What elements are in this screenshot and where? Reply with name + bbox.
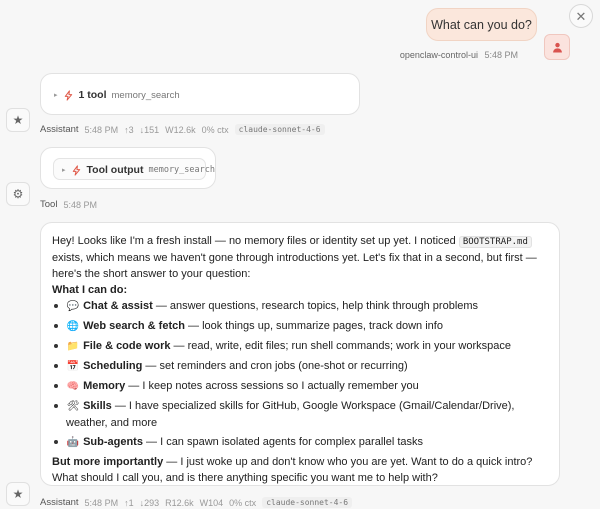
- meta-write: W12.6k: [165, 124, 196, 135]
- meta-tokens-down: ↓151: [139, 124, 160, 135]
- meta-ctx: 0% ctx: [229, 497, 257, 508]
- tool-call-toggle[interactable]: ▸ 1 tool memory_search: [54, 86, 180, 104]
- meta-time: 5:48 PM: [84, 124, 119, 135]
- chat-icon: 💬: [66, 301, 80, 312]
- inline-code: BOOTSTRAP.md: [458, 236, 532, 248]
- brain-icon: 🧠: [66, 381, 80, 392]
- tool-call-title: 1 tool: [78, 89, 107, 101]
- message-outro: But more importantly — I just woke up an…: [52, 454, 548, 486]
- caret-right-icon: ▸: [62, 167, 66, 174]
- list-item: 🧠 Memory — I keep notes across sessions …: [52, 378, 548, 395]
- meta-read: R12.6k: [165, 497, 194, 508]
- list-item-title: Web search & fetch: [83, 320, 185, 332]
- list-item-desc: — answer questions, research topics, hel…: [152, 300, 479, 312]
- capability-list: 💬 Chat & assist — answer questions, rese…: [52, 298, 548, 451]
- message-intro: Hey! Looks like I'm a fresh install — no…: [52, 233, 548, 282]
- meta-model: claude-sonnet-4-6: [262, 497, 353, 508]
- meta-tokens-up: ↑3: [124, 124, 134, 135]
- tool-call-name: memory_search: [111, 89, 180, 101]
- folder-icon: 📁: [66, 341, 80, 352]
- list-item-desc: — I keep notes across sessions so I actu…: [125, 380, 419, 392]
- meta-ctx: 0% ctx: [201, 124, 229, 135]
- meta-model: claude-sonnet-4-6: [234, 124, 325, 135]
- user-icon: [552, 42, 562, 53]
- list-item-desc: — I have specialized skills for GitHub, …: [66, 400, 515, 429]
- tool-output-title: Tool output: [86, 164, 144, 176]
- list-item-desc: — read, write, edit files; run shell com…: [170, 340, 512, 352]
- meta-sender: Assistant: [40, 124, 79, 135]
- tools-icon: 🛠: [66, 401, 80, 412]
- robot-icon: 🤖: [66, 437, 80, 448]
- message-heading: What I can do:: [52, 284, 128, 296]
- user-message-bubble: What can you do?: [426, 8, 537, 41]
- list-item-title: Scheduling: [83, 360, 143, 372]
- meta-sender: Assistant: [40, 497, 79, 508]
- list-item-title: Sub-agents: [83, 436, 143, 448]
- meta-time: 5:48 PM: [63, 199, 97, 210]
- message-intro-text-1: Hey! Looks like I'm a fresh install — no…: [52, 235, 456, 247]
- tool-output-name: memory_search: [148, 165, 215, 175]
- list-item: 💬 Chat & assist — answer questions, rese…: [52, 298, 548, 315]
- list-item-desc: — I can spawn isolated agents for comple…: [142, 436, 423, 448]
- globe-icon: 🌐: [66, 321, 80, 332]
- outro-bold: But more importantly: [52, 456, 164, 468]
- list-item-desc: — set reminders and cron jobs (one-shot …: [142, 360, 408, 372]
- close-button[interactable]: ✕: [569, 4, 593, 28]
- user-message-time: 5:48 PM: [484, 50, 518, 60]
- list-item: 🛠 Skills — I have specialized skills for…: [52, 398, 548, 431]
- list-item-title: Memory: [83, 380, 126, 392]
- tool-avatar: ⚙: [6, 182, 30, 206]
- assistant-avatar: ★: [6, 108, 30, 132]
- close-icon: ✕: [575, 8, 587, 24]
- user-avatar: [544, 34, 570, 60]
- list-item: 📁 File & code work — read, write, edit f…: [52, 338, 548, 355]
- assistant-avatar: ★: [6, 482, 30, 506]
- meta-sender: Tool: [40, 199, 58, 210]
- tool-meta: Tool 5:48 PM: [40, 199, 97, 210]
- tool-output-card: ▸ Tool output memory_search: [40, 147, 216, 189]
- meta-write: W104: [199, 497, 224, 508]
- user-message-meta: openclaw-control-ui 5:48 PM: [400, 50, 518, 60]
- list-item: 🌐 Web search & fetch — look things up, s…: [52, 318, 548, 335]
- list-item-desc: — look things up, summarize pages, track…: [184, 320, 443, 332]
- user-sender: openclaw-control-ui: [399, 50, 478, 60]
- meta-tokens-up: ↑1: [124, 497, 134, 508]
- lightning-icon: [71, 164, 82, 176]
- list-item-title: File & code work: [83, 340, 171, 352]
- caret-right-icon: ▸: [54, 92, 58, 99]
- gear-icon: ⚙: [12, 187, 24, 201]
- list-item: 📅 Scheduling — set reminders and cron jo…: [52, 358, 548, 375]
- list-item-title: Chat & assist: [83, 300, 153, 312]
- assistant-meta-2: Assistant 5:48 PM ↑1 ↓293 R12.6k W104 0%…: [40, 497, 353, 508]
- assistant-meta-1: Assistant 5:48 PM ↑3 ↓151 W12.6k 0% ctx …: [40, 124, 325, 135]
- message-intro-text-2: exists, which means we haven't gone thro…: [52, 252, 537, 280]
- assistant-message: Hey! Looks like I'm a fresh install — no…: [40, 222, 560, 486]
- meta-time: 5:48 PM: [84, 497, 119, 508]
- calendar-icon: 📅: [66, 361, 80, 372]
- user-message-text: What can you do?: [431, 17, 532, 32]
- tool-call-card: ▸ 1 tool memory_search: [40, 73, 360, 115]
- star-icon: ★: [12, 487, 24, 501]
- star-icon: ★: [12, 113, 24, 127]
- lightning-icon: [63, 89, 74, 101]
- meta-tokens-down: ↓293: [139, 497, 160, 508]
- list-item-title: Skills: [83, 400, 112, 412]
- list-item: 🤖 Sub-agents — I can spawn isolated agen…: [52, 434, 548, 451]
- tool-output-toggle[interactable]: ▸ Tool output memory_search: [53, 158, 215, 180]
